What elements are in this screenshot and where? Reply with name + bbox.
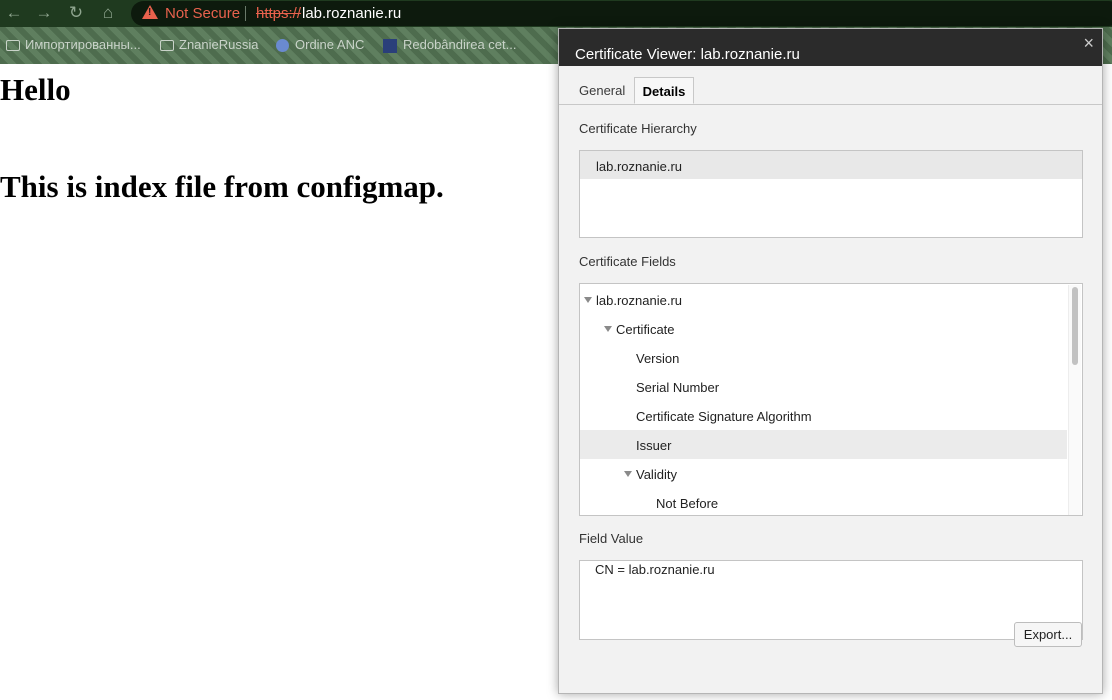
- close-icon[interactable]: ×: [1083, 33, 1094, 54]
- folder-icon: [6, 40, 20, 52]
- tree-item-signature-algorithm[interactable]: Certificate Signature Algorithm: [580, 401, 1067, 430]
- tabs-divider: [559, 104, 1102, 105]
- tree-item-version[interactable]: Version: [580, 343, 1067, 372]
- tab-details[interactable]: Details: [634, 77, 694, 104]
- warning-icon[interactable]: !: [142, 5, 158, 19]
- hierarchy-item[interactable]: lab.roznanie.ru: [580, 151, 1082, 179]
- bookmark-folder-imported[interactable]: Импортированны...: [6, 37, 141, 52]
- certificate-viewer-dialog: Certificate Viewer: lab.roznanie.ru × Ge…: [558, 28, 1103, 694]
- expand-triangle-icon[interactable]: [584, 297, 592, 303]
- bookmark-ordine-anc[interactable]: Ordine ANC: [276, 37, 364, 53]
- folder-icon: [160, 40, 174, 52]
- back-icon[interactable]: ←: [5, 4, 23, 22]
- dialog-title: Certificate Viewer: lab.roznanie.ru: [575, 46, 800, 63]
- fields-tree: lab.roznanie.ru Certificate Version Seri…: [579, 283, 1083, 516]
- forward-icon[interactable]: →: [35, 4, 53, 22]
- reload-icon[interactable]: ↻: [67, 4, 85, 22]
- export-button[interactable]: Export...: [1014, 622, 1082, 647]
- hierarchy-box: lab.roznanie.ru: [579, 150, 1083, 238]
- bookmark-redobandirea[interactable]: Redobândirea cet...: [383, 37, 516, 53]
- tab-general[interactable]: General: [579, 77, 625, 104]
- tree-item-not-before[interactable]: Not Before: [580, 488, 1067, 515]
- expand-triangle-icon[interactable]: [604, 326, 612, 332]
- expand-triangle-icon[interactable]: [624, 471, 632, 477]
- field-value-text: CN = lab.roznanie.ru: [595, 562, 715, 577]
- address-separator: [245, 6, 246, 21]
- tree-item-lab-roznanie[interactable]: lab.roznanie.ru: [580, 285, 1067, 314]
- tree-item-issuer[interactable]: Issuer: [580, 430, 1067, 459]
- dialog-header: Certificate Viewer: lab.roznanie.ru ×: [559, 29, 1102, 66]
- page-subheading: This is index file from configmap.: [0, 169, 444, 204]
- bookmark-folder-znanierussia[interactable]: ZnanieRussia: [160, 37, 259, 52]
- home-icon[interactable]: ⌂: [99, 4, 117, 22]
- magnifier-icon: [276, 39, 289, 53]
- hierarchy-label: Certificate Hierarchy: [579, 121, 697, 136]
- fields-scrollbar[interactable]: [1068, 285, 1081, 515]
- page-heading: Hello: [0, 72, 71, 107]
- tree-item-validity[interactable]: Validity: [580, 459, 1067, 488]
- site-favicon-icon: [383, 38, 397, 53]
- field-value-box[interactable]: CN = lab.roznanie.ru: [579, 560, 1083, 640]
- url-scheme[interactable]: https://: [256, 5, 301, 22]
- scrollbar-thumb[interactable]: [1072, 287, 1078, 365]
- fields-label: Certificate Fields: [579, 254, 676, 269]
- browser-toolbar: ← → ↻ ⌂ ! Not Secure https:// lab.roznan…: [0, 0, 1112, 27]
- url-host[interactable]: lab.roznanie.ru: [302, 5, 401, 22]
- security-status[interactable]: Not Secure: [165, 5, 240, 22]
- tree-item-certificate[interactable]: Certificate: [580, 314, 1067, 343]
- tree-item-serial-number[interactable]: Serial Number: [580, 372, 1067, 401]
- field-value-label: Field Value: [579, 531, 644, 546]
